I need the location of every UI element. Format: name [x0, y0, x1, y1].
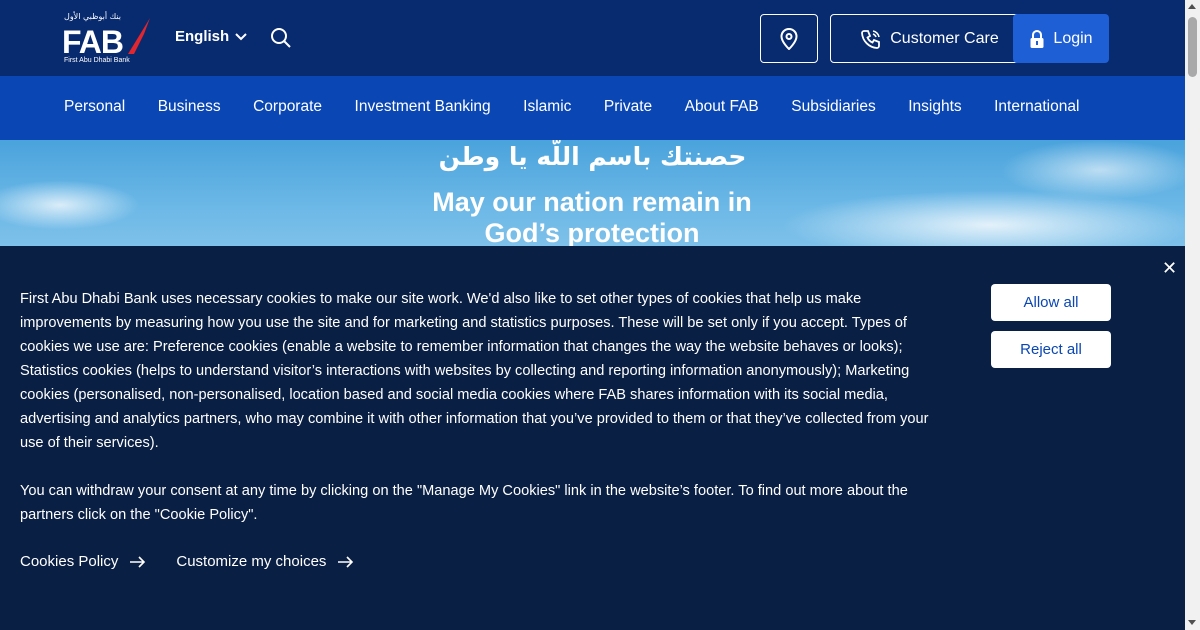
branch-locator-button[interactable] [760, 14, 818, 63]
search-icon[interactable] [270, 27, 292, 54]
allow-all-button[interactable]: Allow all [991, 284, 1111, 321]
cookies-policy-label: Cookies Policy [20, 553, 119, 570]
nav-item-international[interactable]: International [994, 98, 1079, 116]
customize-choices-label: Customize my choices [176, 553, 327, 570]
logo-subtitle: First Abu Dhabi Bank [64, 57, 130, 64]
logo-accent-icon [128, 18, 150, 54]
arrow-right-icon [338, 555, 354, 568]
scrollbar-thumb[interactable] [1188, 17, 1197, 77]
nav-item-personal[interactable]: Personal [64, 98, 125, 116]
login-label: Login [1053, 29, 1093, 47]
lock-icon [1030, 29, 1044, 48]
reject-all-button[interactable]: Reject all [991, 331, 1111, 368]
fab-logo[interactable]: بنك أبوظبي الأول FAB First Abu Dhabi Ban… [62, 12, 152, 68]
map-pin-icon [780, 27, 798, 50]
nav-item-investment-banking[interactable]: Investment Banking [355, 98, 491, 116]
logo-arabic-text: بنك أبوظبي الأول [64, 12, 121, 21]
chevron-down-icon [235, 32, 247, 40]
cookie-links: Cookies Policy Customize my choices [20, 553, 354, 570]
nav-item-about-fab[interactable]: About FAB [685, 98, 759, 116]
nav-item-islamic[interactable]: Islamic [523, 98, 571, 116]
top-header: بنك أبوظبي الأول FAB First Abu Dhabi Ban… [0, 0, 1185, 76]
customer-care-button[interactable]: Customer Care [830, 14, 1029, 63]
arrow-right-icon [130, 555, 146, 568]
language-selector[interactable]: English [175, 28, 247, 45]
vertical-scrollbar[interactable] [1185, 0, 1200, 630]
nav-item-insights[interactable]: Insights [908, 98, 961, 116]
sky-cloud [0, 180, 140, 230]
hero-arabic-title: حصنتك باسم اللّه يا وطن [438, 142, 747, 171]
scroll-up-arrow-icon[interactable] [1188, 4, 1196, 9]
hero-banner: حصنتك باسم اللّه يا وطن May our nation r… [0, 140, 1185, 246]
scroll-down-arrow-icon[interactable] [1188, 620, 1196, 625]
close-icon[interactable]: ✕ [1162, 259, 1177, 277]
cookies-policy-link[interactable]: Cookies Policy [20, 553, 146, 570]
phone-icon [861, 29, 881, 49]
hero-english-title: May our nation remain in God’s protectio… [432, 187, 752, 246]
nav-item-private[interactable]: Private [604, 98, 652, 116]
customer-care-label: Customer Care [890, 29, 999, 47]
nav-item-subsidiaries[interactable]: Subsidiaries [791, 98, 875, 116]
cookie-withdraw-note: You can withdraw your consent at any tim… [20, 483, 908, 523]
language-label: English [175, 28, 230, 45]
nav-item-corporate[interactable]: Corporate [253, 98, 322, 116]
cookie-consent-banner: ✕ First Abu Dhabi Bank uses necessary co… [0, 246, 1185, 630]
customize-choices-link[interactable]: Customize my choices [176, 553, 354, 570]
nav-item-business[interactable]: Business [158, 98, 221, 116]
cookie-description: First Abu Dhabi Bank uses necessary cook… [20, 291, 929, 451]
main-navigation: Personal Business Corporate Investment B… [0, 76, 1185, 140]
login-button[interactable]: Login [1013, 14, 1109, 63]
